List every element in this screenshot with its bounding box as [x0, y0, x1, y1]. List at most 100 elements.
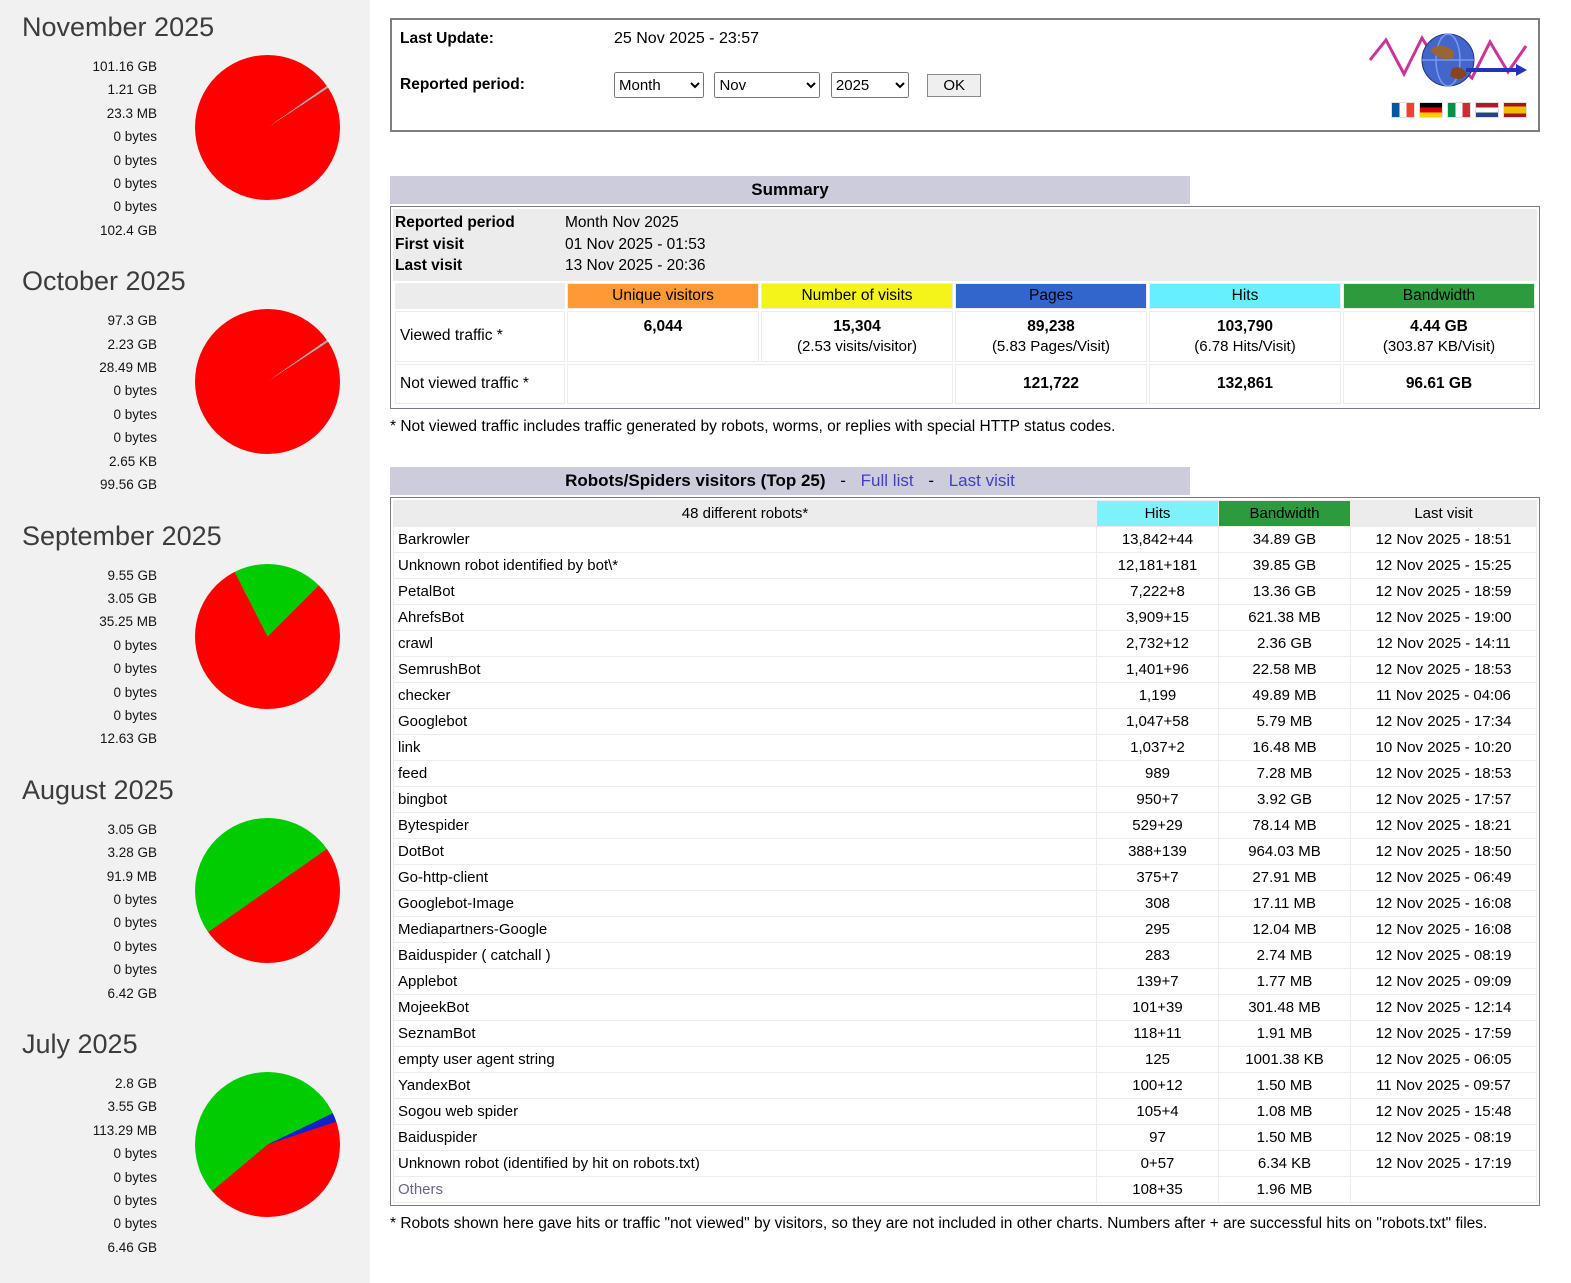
robot-hits: 989 [1097, 760, 1219, 786]
robot-name: YandexBot [394, 1072, 1097, 1098]
robot-row: Unknown robot identified by bot\* 12,181… [394, 552, 1537, 578]
robot-name: MojeekBot [394, 994, 1097, 1020]
robot-name: PetalBot [394, 578, 1097, 604]
robot-name: Baiduspider [394, 1124, 1097, 1150]
robot-name: Barkrowler [394, 526, 1097, 552]
not-viewed-bandwidth: 96.61 GB [1343, 364, 1535, 404]
month-stats: 9.55 GB3.05 GB35.25 MB0 bytes0 bytes0 by… [22, 564, 157, 751]
period-type-select[interactable]: Month [614, 72, 704, 98]
robot-name: Others [394, 1176, 1097, 1202]
flag-german-icon[interactable] [1420, 103, 1442, 117]
month-stat-value: 0 bytes [22, 704, 157, 727]
robot-last-visit: 12 Nov 2025 - 18:50 [1351, 838, 1537, 864]
viewed-visits: 15,304 [833, 318, 880, 335]
month-stat-value: 1.21 GB [22, 78, 157, 101]
robot-row: feed 989 7.28 MB 12 Nov 2025 - 18:53 [394, 760, 1537, 786]
month-stat-value: 0 bytes [22, 1166, 157, 1189]
month-stat-value: 9.55 GB [22, 564, 157, 587]
summary-column-number-of-visits: Number of visits [761, 283, 953, 309]
period-month-select[interactable]: Nov [714, 72, 820, 98]
not-viewed-empty-cell [567, 364, 953, 404]
robot-last-visit: 12 Nov 2025 - 08:19 [1351, 942, 1537, 968]
robot-last-visit: 11 Nov 2025 - 09:57 [1351, 1072, 1537, 1098]
full-list-link[interactable]: Full list [861, 471, 914, 490]
flag-dutch-icon[interactable] [1476, 103, 1498, 117]
not-viewed-traffic-row: Not viewed traffic * 121,722 132,861 96.… [395, 364, 1535, 404]
robots-title-separator-2: - [928, 471, 934, 490]
last-update-label: Last Update: [400, 30, 614, 48]
viewed-hits-ratio: (6.78 Hits/Visit) [1152, 338, 1338, 355]
month-stat-value: 97.3 GB [22, 309, 157, 332]
not-viewed-traffic-label: Not viewed traffic * [395, 364, 565, 404]
robots-footnote: * Robots shown here gave hits or traffic… [390, 1214, 1540, 1234]
not-viewed-hits: 132,861 [1149, 364, 1341, 404]
period-year-select[interactable]: 2025 [831, 72, 909, 98]
month-summary-block: September 2025 9.55 GB3.05 GB35.25 MB0 b… [0, 521, 370, 751]
robot-last-visit: 12 Nov 2025 - 15:25 [1351, 552, 1537, 578]
main-content: Last Update: 25 Nov 2025 - 23:57 Reporte… [370, 0, 1571, 1283]
month-stat-value: 2.8 GB [22, 1072, 157, 1095]
month-stat-value: 3.55 GB [22, 1095, 157, 1118]
robot-bandwidth: 27.91 MB [1219, 864, 1351, 890]
robot-row: Go-http-client 375+7 27.91 MB 12 Nov 202… [394, 864, 1537, 890]
month-stat-value: 0 bytes [22, 1189, 157, 1212]
viewed-bandwidth: 4.44 GB [1410, 318, 1468, 335]
flag-italian-icon[interactable] [1448, 103, 1470, 117]
robot-bandwidth: 1001.38 KB [1219, 1046, 1351, 1072]
robot-row: Applebot 139+7 1.77 MB 12 Nov 2025 - 09:… [394, 968, 1537, 994]
flag-spanish-icon[interactable] [1504, 103, 1526, 117]
language-flags [1358, 103, 1528, 117]
viewed-bandwidth-ratio: (303.87 KB/Visit) [1346, 338, 1532, 355]
robot-last-visit: 12 Nov 2025 - 17:59 [1351, 1020, 1537, 1046]
robot-bandwidth: 3.92 GB [1219, 786, 1351, 812]
robot-name: AhrefsBot [394, 604, 1097, 630]
robot-hits: 97 [1097, 1124, 1219, 1150]
robot-hits: 101+39 [1097, 994, 1219, 1020]
month-pie-chart [195, 564, 340, 709]
robot-last-visit: 12 Nov 2025 - 17:19 [1351, 1150, 1537, 1176]
report-header-left: Last Update: 25 Nov 2025 - 23:57 Reporte… [400, 30, 981, 124]
robot-last-visit: 12 Nov 2025 - 08:19 [1351, 1124, 1537, 1150]
robot-last-visit [1351, 1176, 1537, 1202]
robot-hits: 105+4 [1097, 1098, 1219, 1124]
month-title: August 2025 [22, 775, 370, 806]
month-stat-value: 0 bytes [22, 149, 157, 172]
robot-hits: 0+57 [1097, 1150, 1219, 1176]
month-stat-value: 0 bytes [22, 935, 157, 958]
viewed-pages-ratio: (5.83 Pages/Visit) [958, 338, 1144, 355]
robot-name: crawl [394, 630, 1097, 656]
robot-hits: 12,181+181 [1097, 552, 1219, 578]
robot-last-visit: 12 Nov 2025 - 16:08 [1351, 916, 1537, 942]
robot-last-visit: 12 Nov 2025 - 06:49 [1351, 864, 1537, 890]
robots-last-visit-header: Last visit [1351, 500, 1537, 526]
robot-hits: 1,037+2 [1097, 734, 1219, 760]
summary-last-visit-value: 13 Nov 2025 - 20:36 [565, 255, 705, 277]
robot-name: bingbot [394, 786, 1097, 812]
robot-hits: 1,047+58 [1097, 708, 1219, 734]
month-stat-value: 0 bytes [22, 1142, 157, 1165]
month-stat-value: 0 bytes [22, 379, 157, 402]
robot-bandwidth: 301.48 MB [1219, 994, 1351, 1020]
robot-last-visit: 12 Nov 2025 - 18:21 [1351, 812, 1537, 838]
robot-bandwidth: 78.14 MB [1219, 812, 1351, 838]
month-summary-block: October 2025 97.3 GB2.23 GB28.49 MB0 byt… [0, 266, 370, 496]
robot-bandwidth: 22.58 MB [1219, 656, 1351, 682]
robot-hits: 308 [1097, 890, 1219, 916]
month-stat-value: 0 bytes [22, 403, 157, 426]
month-stat-value: 113.29 MB [22, 1119, 157, 1142]
month-stat-value: 0 bytes [22, 911, 157, 934]
last-visit-link[interactable]: Last visit [949, 471, 1015, 490]
robot-bandwidth: 1.91 MB [1219, 1020, 1351, 1046]
month-stat-value: 3.28 GB [22, 841, 157, 864]
flag-french-icon[interactable] [1392, 103, 1414, 117]
summary-info: Reported period Month Nov 2025 First vis… [393, 209, 1537, 281]
ok-button[interactable]: OK [927, 74, 981, 97]
robot-name: Bytespider [394, 812, 1097, 838]
robot-hits: 13,842+44 [1097, 526, 1219, 552]
robot-hits: 118+11 [1097, 1020, 1219, 1046]
summary-column-hits: Hits [1149, 283, 1341, 309]
robot-last-visit: 12 Nov 2025 - 15:48 [1351, 1098, 1537, 1124]
robot-bandwidth: 12.04 MB [1219, 916, 1351, 942]
robot-hits: 3,909+15 [1097, 604, 1219, 630]
robot-last-visit: 12 Nov 2025 - 18:53 [1351, 656, 1537, 682]
